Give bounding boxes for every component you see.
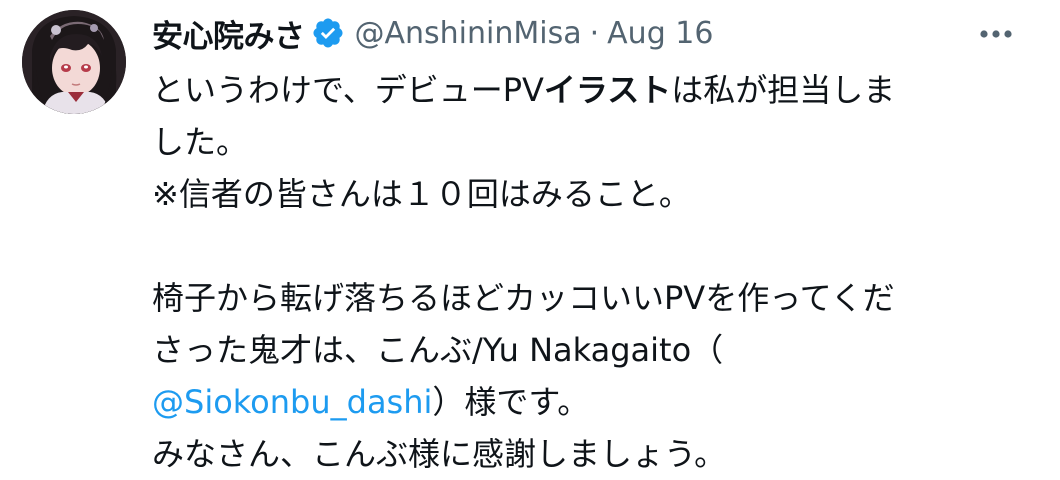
- display-name[interactable]: 安心院みさ: [152, 11, 305, 56]
- mention-link[interactable]: @Siokonbu_dashi: [152, 383, 432, 421]
- avatar[interactable]: [22, 10, 126, 114]
- tweet-header: 安心院みさ @AnshininMisa · Aug 16: [152, 10, 713, 56]
- timestamp[interactable]: Aug 16: [607, 16, 713, 51]
- handle[interactable]: @AnshininMisa: [355, 16, 582, 51]
- tweet-text-line: さった鬼才は、こんぶ/Yu Nakagaito（: [152, 331, 724, 369]
- tweet-text: というわけで、デビューPVイラストは私が担当しま した。 ※信者の皆さんは１０回…: [152, 64, 1032, 480]
- text-bold-segment: イラスト: [543, 71, 672, 109]
- tweet-text-line: みなさん、こんぶ様に感謝しましょう。: [152, 435, 727, 473]
- tweet[interactable]: 安心院みさ @AnshininMisa · Aug 16 というわけで、デビュー…: [0, 0, 1060, 478]
- text-segment: というわけで、デビューPV: [152, 71, 544, 109]
- tweet-text-line: した。: [152, 123, 249, 161]
- tweet-text-line: 椅子から転げ落ちるほどカッコいいPVを作ってくだ: [152, 279, 895, 317]
- separator-dot: ·: [589, 15, 600, 51]
- verified-badge-icon[interactable]: [311, 16, 345, 50]
- text-segment: は私が担当しま: [671, 71, 896, 109]
- avatar-image: [22, 10, 126, 114]
- tweet-text-line: というわけで、デビューPVイラストは私が担当しま: [152, 64, 1032, 116]
- more-options-icon[interactable]: [966, 14, 1026, 54]
- tweet-text-line: ※信者の皆さんは１０回はみること。: [152, 175, 691, 213]
- text-segment: ）様です。: [432, 383, 590, 421]
- tweet-text-line: @Siokonbu_dashi）様です。: [152, 376, 1032, 428]
